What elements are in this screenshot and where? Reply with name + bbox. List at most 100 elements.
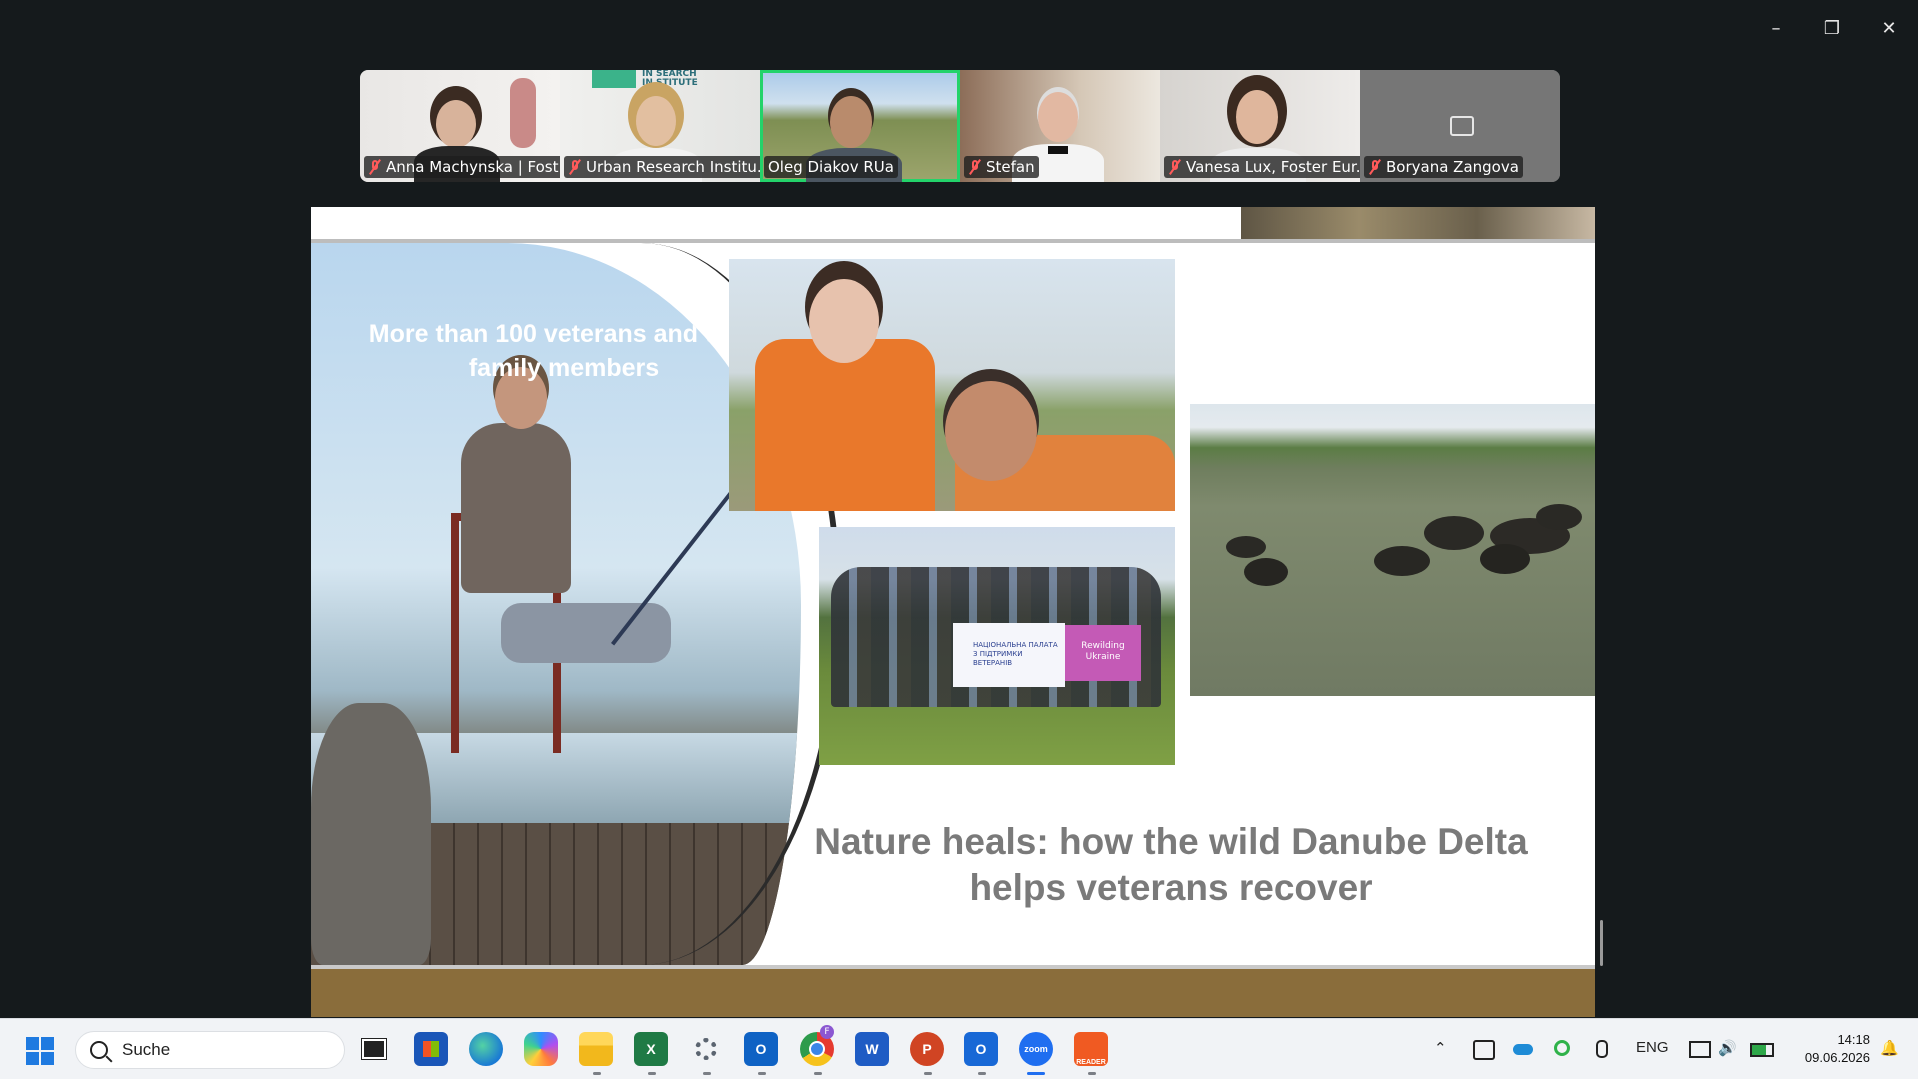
- mic-muted-icon: [1168, 160, 1182, 174]
- running-indicator: [1088, 1072, 1096, 1075]
- institute-logo-text: IN SEARCH IN STITUTE: [642, 70, 698, 88]
- participant-name: Vanesa Lux, Foster Eur...: [1164, 156, 1360, 178]
- slide-title: Nature heals: how the wild Danube Delta …: [814, 821, 1528, 908]
- participant-tile[interactable]: Vanesa Lux, Foster Eur...: [1160, 70, 1360, 182]
- participant-strip: Anna Machynska | Fost... IN SEARCH IN ST…: [360, 70, 1560, 182]
- close-icon: ✕: [1881, 17, 1897, 39]
- banner-right: Rewilding Ukraine: [1065, 625, 1141, 681]
- bow-tie: [1048, 146, 1068, 154]
- search-placeholder: Suche: [122, 1040, 171, 1059]
- windows-logo-icon: [41, 1037, 54, 1050]
- person-torso: [461, 423, 571, 593]
- running-indicator: [924, 1072, 932, 1075]
- participant-head: [1038, 92, 1078, 142]
- restore-button[interactable]: ❐: [1809, 10, 1855, 46]
- banner-left: НАЦІОНАЛЬНА ПАЛАТА З ПІДТРИМКИ ВЕТЕРАНІВ: [953, 623, 1065, 687]
- volume-icon[interactable]: 🔊: [1718, 1039, 1737, 1057]
- cat: [311, 703, 431, 965]
- participant-tile[interactable]: Anna Machynska | Fost...: [360, 70, 560, 182]
- water-buffalo-photo: [1190, 404, 1595, 696]
- running-indicator-active: [1027, 1072, 1045, 1075]
- participant-head: [436, 100, 476, 148]
- boat-trip-photo: [729, 259, 1175, 511]
- participant-tile[interactable]: Stefan: [960, 70, 1160, 182]
- windows-taskbar: Suche X O F W P O zoom READER ⌃ ENG 🔊 14…: [0, 1018, 1918, 1079]
- microphone-icon[interactable]: [1596, 1040, 1608, 1058]
- running-indicator: [814, 1072, 822, 1075]
- participant-tile[interactable]: IN SEARCH IN STITUTE Urban Research Inst…: [560, 70, 760, 182]
- camera-off-icon: [1450, 116, 1474, 136]
- running-indicator: [978, 1072, 986, 1075]
- excel-icon[interactable]: X: [634, 1032, 668, 1066]
- start-button[interactable]: [26, 1037, 54, 1065]
- clock-date: 09.06.2026: [1804, 1050, 1870, 1065]
- windows-logo-icon: [26, 1052, 39, 1065]
- battery-icon[interactable]: [1750, 1043, 1774, 1057]
- settings-icon[interactable]: [689, 1032, 723, 1066]
- outlook-icon[interactable]: O: [744, 1032, 778, 1066]
- mic-muted-icon: [368, 160, 382, 174]
- woman-life-vest: [755, 339, 935, 511]
- buffalo: [1226, 536, 1266, 558]
- meet-icon[interactable]: [1473, 1040, 1495, 1060]
- edge-icon[interactable]: [469, 1032, 503, 1066]
- task-view-icon[interactable]: [357, 1032, 391, 1066]
- buffalo: [1480, 544, 1530, 574]
- windows-logo-icon: [41, 1052, 54, 1065]
- pdf-reader-icon[interactable]: READER: [1074, 1032, 1108, 1066]
- man-head: [945, 381, 1037, 481]
- mic-muted-icon: [1368, 160, 1382, 174]
- person-legs: [501, 603, 671, 663]
- taskbar-search-box[interactable]: Suche: [75, 1031, 345, 1069]
- network-icon[interactable]: [1689, 1041, 1711, 1058]
- system-clock[interactable]: 14:18 09.06.2026: [1790, 1031, 1870, 1067]
- left-caption: More than 100 veterans and their family …: [368, 320, 760, 382]
- outlook-new-icon[interactable]: O: [964, 1032, 998, 1066]
- participant-name: Anna Machynska | Fost...: [364, 156, 560, 178]
- participant-tile-active-speaker[interactable]: Oleg Diakov RUa: [760, 70, 960, 182]
- slide-bottom-band: [311, 969, 1595, 1017]
- notifications-icon[interactable]: 🔔: [1880, 1039, 1899, 1057]
- close-button[interactable]: ✕: [1866, 10, 1912, 46]
- participant-tile[interactable]: Boryana Zangova: [1360, 70, 1560, 182]
- powerpoint-icon[interactable]: P: [910, 1032, 944, 1066]
- participant-name: Stefan: [964, 156, 1039, 178]
- restore-icon: ❐: [1823, 17, 1841, 39]
- show-hidden-icons-chevron-icon[interactable]: ⌃: [1434, 1039, 1447, 1057]
- participant-head: [1236, 90, 1278, 144]
- chrome-profile-badge: F: [820, 1025, 834, 1039]
- running-indicator: [703, 1072, 711, 1075]
- running-indicator: [593, 1072, 601, 1075]
- sync-icon[interactable]: [1554, 1040, 1570, 1056]
- running-indicator: [648, 1072, 656, 1075]
- microsoft-store-icon[interactable]: [414, 1032, 448, 1066]
- buffalo: [1424, 516, 1484, 550]
- participant-name: Oleg Diakov RUa: [764, 156, 898, 178]
- buffalo: [1536, 504, 1582, 530]
- top-photo-strip: [1241, 207, 1595, 239]
- word-icon[interactable]: W: [855, 1032, 889, 1066]
- clock-time: 14:18: [1837, 1032, 1870, 1047]
- slide-scrollbar[interactable]: [1600, 920, 1603, 966]
- group-photo: НАЦІОНАЛЬНА ПАЛАТА З ПІДТРИМКИ ВЕТЕРАНІВ…: [819, 527, 1175, 765]
- buffalo: [1374, 546, 1430, 576]
- running-indicator: [758, 1072, 766, 1075]
- minimize-icon: –: [1771, 17, 1781, 39]
- shared-screen-slide: More than 100 veterans and their family …: [311, 207, 1595, 1017]
- minimize-button[interactable]: –: [1753, 10, 1799, 46]
- mic-muted-icon: [968, 160, 982, 174]
- file-explorer-icon[interactable]: [579, 1032, 613, 1066]
- woman-head: [809, 279, 879, 363]
- language-indicator[interactable]: ENG: [1636, 1039, 1669, 1056]
- veteran-fishing-photo: More than 100 veterans and their family …: [311, 243, 801, 965]
- participant-name: Urban Research Institu...: [564, 156, 760, 178]
- mic-muted-icon: [568, 160, 582, 174]
- zoom-icon[interactable]: zoom: [1019, 1032, 1053, 1066]
- copilot-icon[interactable]: [524, 1032, 558, 1066]
- participant-head: [830, 96, 872, 148]
- onedrive-icon[interactable]: [1513, 1044, 1533, 1055]
- search-icon: [90, 1041, 108, 1059]
- buffalo: [1244, 558, 1288, 586]
- video-background-art: [510, 78, 536, 148]
- participant-name: Boryana Zangova: [1364, 156, 1523, 178]
